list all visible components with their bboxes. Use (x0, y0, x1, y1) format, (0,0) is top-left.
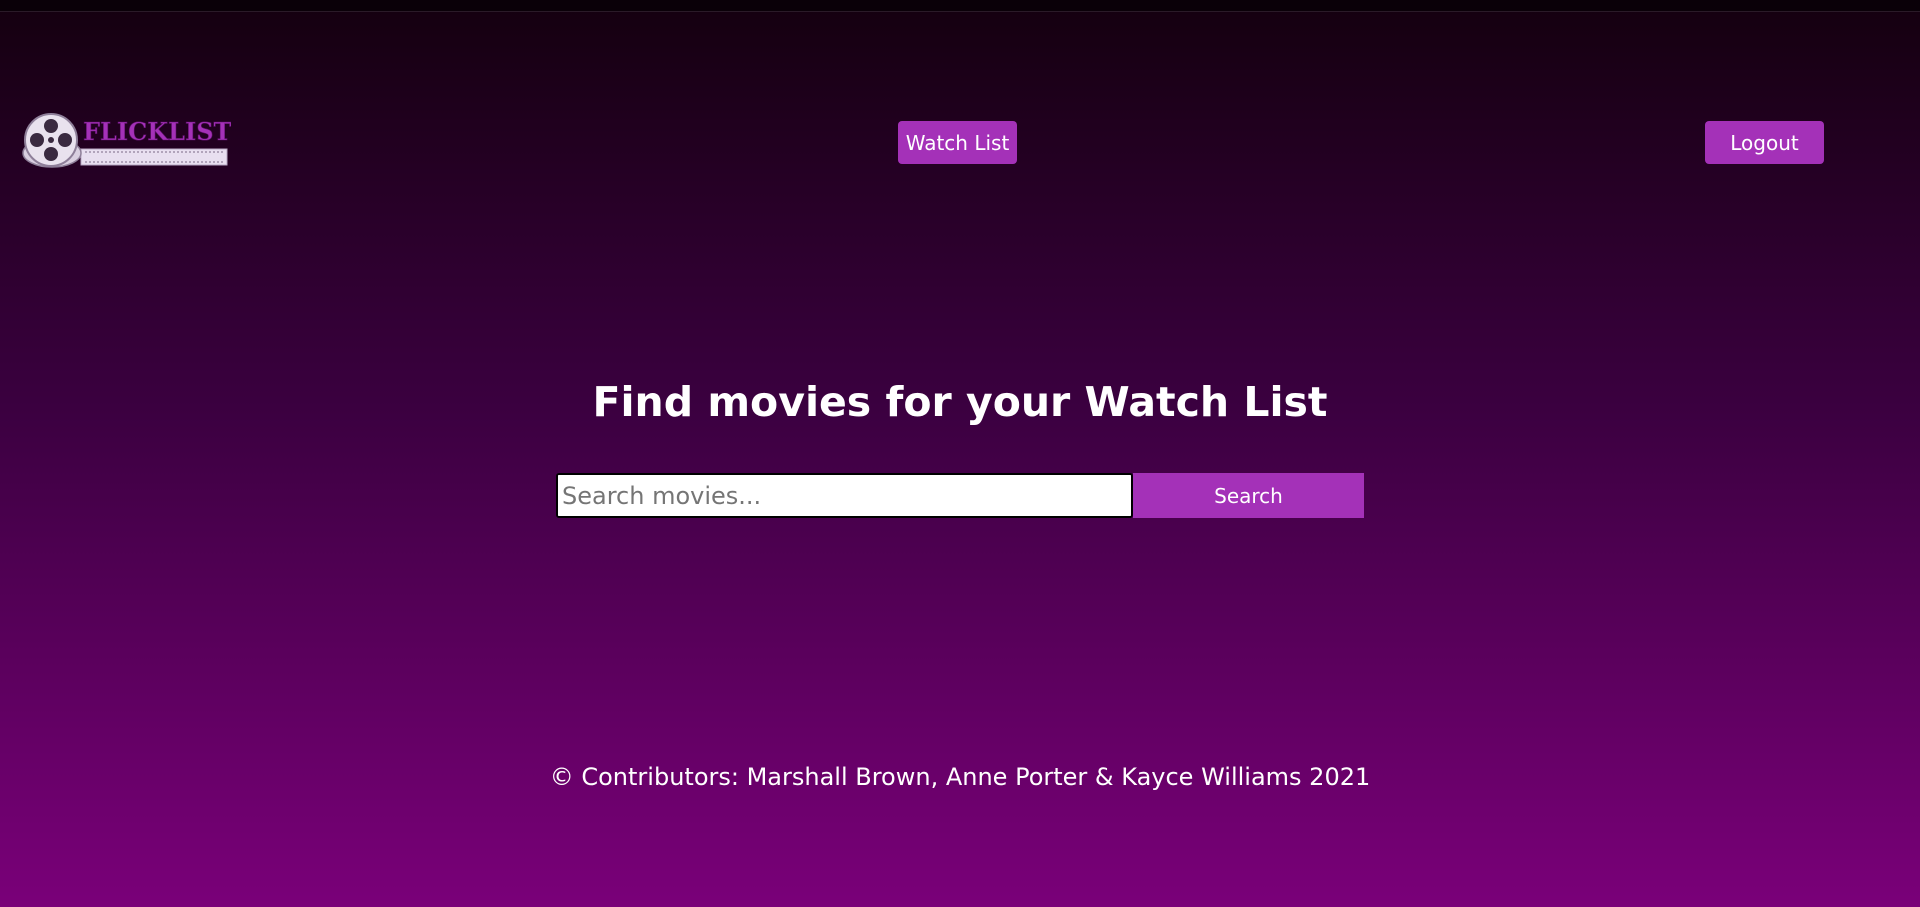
footer-credits: © Contributors: Marshall Brown, Anne Por… (549, 763, 1371, 791)
logo-text: FLICKLIST (83, 117, 231, 146)
site-logo[interactable]: FLICKLIST (21, 113, 231, 169)
search-form: Search (556, 473, 1364, 518)
film-reel-icon: FLICKLIST (22, 113, 231, 168)
search-input[interactable] (556, 473, 1133, 518)
logout-button[interactable]: Logout (1705, 121, 1824, 164)
watchlist-button[interactable]: Watch List (898, 121, 1017, 164)
search-button[interactable]: Search (1133, 473, 1364, 518)
top-bar (0, 0, 1920, 12)
page-title: Find movies for your Watch List (592, 378, 1328, 426)
